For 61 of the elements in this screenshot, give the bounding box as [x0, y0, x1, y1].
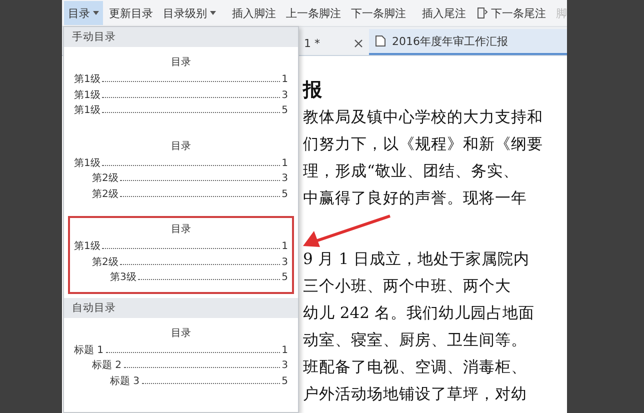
toolbar-button[interactable]: 目录级别: [159, 1, 220, 25]
toolbar-button[interactable]: 目录: [64, 1, 103, 25]
page-number: 1: [282, 344, 288, 358]
close-icon[interactable]: [354, 38, 363, 48]
entry-label: 第2级: [92, 256, 118, 270]
entry-label: 第2级: [92, 172, 118, 186]
page-number: 1: [282, 240, 288, 254]
entry-label: 第2级: [92, 188, 118, 202]
toc-style-option[interactable]: 目录 第1级 1 第2级 3 第2级 5: [68, 132, 294, 210]
page-number: 1: [282, 156, 288, 170]
document-text-line: 动室、寝室、厨房、卫生间等。: [303, 330, 528, 351]
document-text-line: 户外活动场地铺设了草坪，对幼: [303, 384, 528, 405]
toc-title: 目录: [170, 223, 192, 237]
document-heading: 报: [303, 78, 323, 103]
toolbar-button[interactable]: 插入尾注: [418, 1, 470, 25]
toolbar-button[interactable]: 更新目录: [105, 1, 157, 25]
entry-label: 第1级: [74, 156, 100, 170]
toc-style-option[interactable]: 目录 第1级 1 第1级 3 第1级 5: [68, 49, 294, 126]
page-number: 5: [282, 188, 288, 202]
entry-label: 第1级: [74, 104, 100, 118]
page-number: 5: [282, 271, 288, 285]
page-number: 3: [282, 172, 288, 186]
section-header: 手动目录: [64, 27, 298, 47]
document-icon: [375, 35, 386, 47]
document-text-line: 们努力下，以《规程》和新《纲要: [303, 134, 544, 155]
caret-icon: [93, 11, 99, 15]
document-text-line: 中赢得了良好的声誉。现将一年: [303, 188, 528, 209]
toolbar-button[interactable]: 插入脚注: [228, 1, 280, 25]
entry-label: 第1级: [74, 240, 100, 254]
entry-label: 标题 3: [110, 374, 140, 388]
toolbar-button[interactable]: 下一条脚注: [347, 1, 410, 25]
caret-icon: [210, 11, 216, 15]
entry-label: 第1级: [74, 73, 100, 87]
document-text-line: 理，形成“敬业、团结、务实、: [303, 161, 520, 182]
document-text-line: 三个小班、两个中班、两个大: [303, 276, 512, 297]
toc-style-option[interactable]: 目录 第1级 1 第2级 3 第3级 5: [68, 216, 294, 294]
page-number: 3: [282, 88, 288, 102]
page-number: 3: [282, 256, 288, 270]
entry-label: 第3级: [110, 271, 136, 285]
toc-style-option[interactable]: 目录 标题 1 1 标题 2 3 标题 3 5: [68, 320, 294, 397]
page-number: 1: [282, 73, 288, 87]
toc-title: 目录: [170, 140, 192, 154]
entry-label: 第1级: [74, 88, 100, 102]
document-arrow-icon: [476, 7, 488, 19]
document-text-line: 教体局及镇中心学校的大力支持和: [303, 107, 544, 128]
tab-label: 1 *: [304, 36, 320, 50]
entry-label: 标题 1: [74, 344, 104, 358]
entry-label: 标题 2: [92, 359, 122, 373]
toc-title: 目录: [170, 326, 192, 340]
page-number: 5: [282, 104, 288, 118]
page-number: 5: [282, 374, 288, 388]
toolbar-button[interactable]: 下一条尾注: [472, 1, 550, 25]
document-tab[interactable]: 2016年度年审工作汇报: [369, 29, 567, 55]
section-header: 自动目录: [64, 298, 298, 318]
document-text-line: 9 月 1 日成立，地处于家属院内: [303, 249, 531, 270]
toolbar-button[interactable]: 上一条脚注: [282, 1, 345, 25]
tab-label: 2016年度年审工作汇报: [392, 34, 508, 48]
page-number: 3: [282, 359, 288, 373]
document-text-line: 幼儿 242 名。我们幼儿园占地面: [303, 303, 536, 324]
document-text-line: 班配备了电视、空调、消毒柜、: [303, 357, 528, 378]
toc-title: 目录: [170, 56, 192, 70]
